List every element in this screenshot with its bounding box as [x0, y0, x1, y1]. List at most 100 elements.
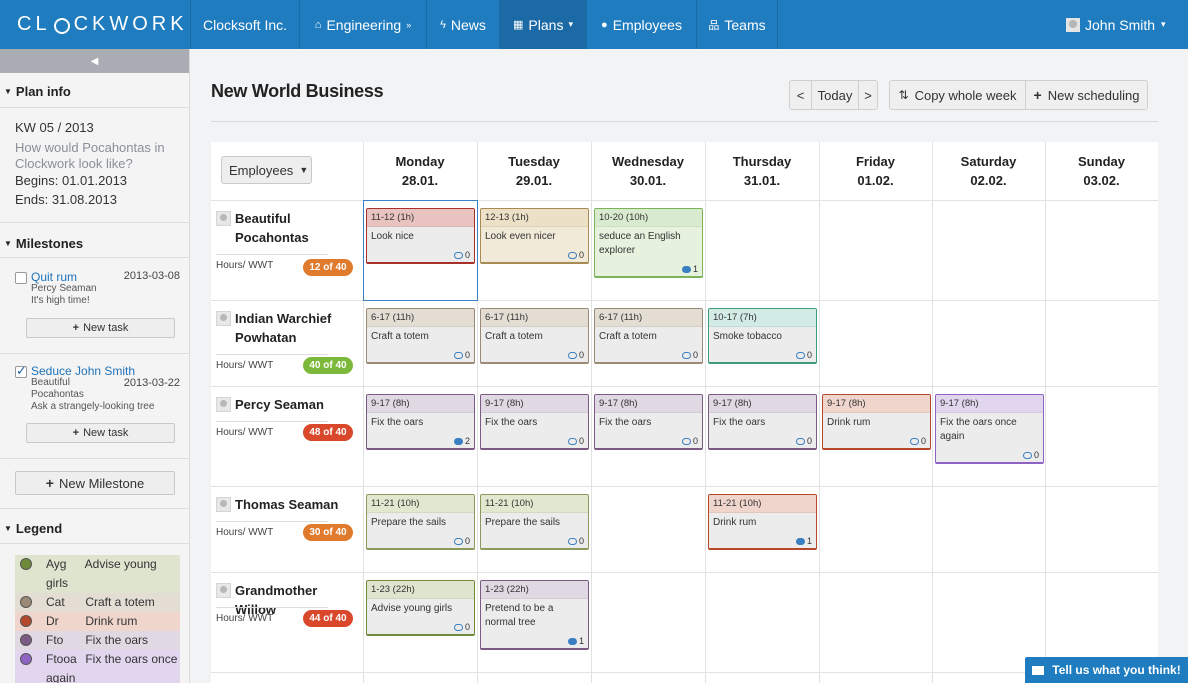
shift-time: 12-13 (1h) [481, 209, 588, 227]
shift-card[interactable]: 10-20 (10h) seduce an English explorer 1 [594, 208, 703, 278]
shift-comments[interactable]: 0 [567, 536, 584, 546]
shift-description: seduce an English explorer [599, 231, 681, 256]
nav-company[interactable]: Clocksoft Inc. [190, 0, 299, 49]
shift-comments[interactable]: 2 [453, 436, 470, 446]
legend-item: Ayg Advise young girls [15, 555, 180, 593]
page-title: New World Business [211, 81, 384, 101]
employees-select[interactable]: Employees ▼ [221, 156, 312, 184]
shift-card[interactable]: 11-21 (10h) Drink rum 1 [708, 494, 817, 550]
logo-text-b: CKWORK [73, 13, 188, 35]
milestones-toggle[interactable]: ▼ Milestones [0, 233, 83, 253]
shift-time: 11-21 (10h) [481, 495, 588, 513]
today-button[interactable]: Today [811, 81, 858, 109]
next-week-button[interactable]: > [858, 81, 877, 109]
shift-comments[interactable]: 0 [909, 436, 926, 446]
shift-comments[interactable]: 0 [1022, 450, 1039, 460]
new-milestone-button[interactable]: + New Milestone [15, 471, 175, 495]
shift-card[interactable]: 9-17 (8h) Fix the oars 0 [594, 394, 703, 450]
comment-count: 0 [578, 436, 584, 446]
milestone-title-link[interactable]: Seduce John Smith [31, 364, 135, 378]
shift-card[interactable]: 1-23 (22h) Advise young girls 0 [366, 580, 475, 636]
shift-comments[interactable]: 0 [453, 250, 470, 260]
day-header: Sunday 03.02. [1045, 142, 1158, 200]
shift-comments[interactable]: 1 [567, 636, 584, 646]
nav-news[interactable]: ϟ News [426, 0, 499, 49]
milestone-checkbox[interactable] [15, 272, 27, 284]
new-task-button[interactable]: + New task [26, 423, 175, 443]
avatar-icon [216, 583, 231, 598]
new-scheduling-button[interactable]: + New scheduling [1025, 81, 1147, 109]
shift-card[interactable]: 6-17 (11h) Craft a totem 0 [366, 308, 475, 364]
employee-name[interactable]: Beautiful Pocahontas [235, 209, 360, 247]
shift-comments[interactable]: 0 [795, 436, 812, 446]
shift-card[interactable]: 11-21 (10h) Prepare the sails 0 [480, 494, 589, 550]
shift-comments[interactable]: 0 [681, 436, 698, 446]
nav-company-label: Clocksoft Inc. [202, 16, 288, 33]
nav-employees[interactable]: ● Employees [586, 0, 696, 49]
shift-comments[interactable]: 1 [795, 536, 812, 546]
legend-abbr: Ayg [46, 557, 67, 571]
comment-count: 2 [464, 436, 470, 446]
comment-count: 0 [806, 436, 812, 446]
shift-comments[interactable]: 0 [567, 250, 584, 260]
grid-line [591, 142, 592, 683]
clockwork-logo[interactable]: CL CKWORK [0, 0, 190, 49]
shift-comments[interactable]: 0 [453, 536, 470, 546]
nav-teams-label: Teams [724, 16, 766, 33]
feedback-button[interactable]: Tell us what you think! [1025, 657, 1188, 683]
shift-comments[interactable]: 0 [453, 350, 470, 360]
shift-card[interactable]: 6-17 (11h) Craft a totem 0 [480, 308, 589, 364]
shift-comments[interactable]: 0 [795, 350, 812, 360]
plus-icon: + [72, 427, 80, 439]
shift-description: Craft a totem [485, 331, 543, 342]
shift-time: 1-23 (22h) [367, 581, 474, 599]
day-date: 29.01. [515, 173, 553, 188]
shift-card[interactable]: 9-17 (8h) Drink rum 0 [822, 394, 931, 450]
collapse-sidebar-button[interactable]: ◀ [0, 49, 189, 73]
nav-engineering[interactable]: ⌂ Engineering » [299, 0, 426, 49]
day-header: Thursday 31.01. [705, 142, 819, 200]
shift-card[interactable]: 10-17 (7h) Smoke tobacco 0 [708, 308, 817, 364]
copy-whole-week-button[interactable]: ⇅ Copy whole week [890, 81, 1025, 109]
shift-card[interactable]: 9-17 (8h) Fix the oars 0 [480, 394, 589, 450]
chevron-left-icon: < [796, 87, 805, 103]
shift-comments[interactable]: 1 [681, 264, 698, 274]
shift-card[interactable]: 1-23 (22h) Pretend to be a normal tree 1 [480, 580, 589, 650]
user-menu[interactable]: John Smith ▾ [1066, 0, 1188, 49]
prev-week-button[interactable]: < [790, 81, 811, 109]
milestone-title-link[interactable]: Quit rum [31, 270, 77, 284]
shift-card[interactable]: 9-17 (8h) Fix the oars once again 0 [935, 394, 1044, 464]
shift-card[interactable]: 12-13 (1h) Look even nicer 0 [480, 208, 589, 264]
employee-name[interactable]: Thomas Seaman [235, 495, 360, 514]
shift-card[interactable]: 9-17 (8h) Fix the oars 0 [708, 394, 817, 450]
employee-name[interactable]: Indian Warchief Powhatan [235, 309, 360, 347]
day-date: 28.01. [401, 173, 439, 188]
shift-time: 9-17 (8h) [709, 395, 816, 413]
shift-comments[interactable]: 0 [567, 436, 584, 446]
schedule-grid: Employees ▼ Monday 28.01. Tuesday 29.01.… [211, 142, 1158, 683]
new-task-button[interactable]: + New task [26, 318, 175, 338]
legend-heading: Legend [15, 520, 63, 536]
legend-toggle[interactable]: ▼ Legend [0, 518, 62, 538]
shift-card[interactable]: 11-21 (10h) Prepare the sails 0 [366, 494, 475, 550]
shift-comments[interactable]: 0 [567, 350, 584, 360]
nav-plans[interactable]: ▦ Plans ▾ [499, 0, 586, 49]
avatar-icon [216, 397, 231, 412]
shift-comments[interactable]: 0 [681, 350, 698, 360]
milestone-checkbox[interactable] [15, 363, 27, 379]
employee-name[interactable]: Percy Seaman [235, 395, 360, 414]
nav-teams[interactable]: 品 Teams [696, 0, 778, 49]
plan-info-toggle[interactable]: ▼ Plan info [0, 81, 71, 101]
shift-comments[interactable]: 0 [453, 622, 470, 632]
shift-card[interactable]: 9-17 (8h) Fix the oars 2 [366, 394, 475, 450]
shift-time: 11-21 (10h) [367, 495, 474, 513]
main-content: New World Business < Today > ⇅ Copy whol… [191, 49, 1188, 683]
shift-description: Pretend to be a normal tree [485, 603, 554, 628]
hours-badge: 40 of 40 [303, 357, 353, 374]
week-navigation: < Today > [789, 80, 878, 110]
shift-card[interactable]: 6-17 (11h) Craft a totem 0 [594, 308, 703, 364]
comment-icon [453, 251, 463, 259]
shift-card[interactable]: 11-12 (1h) Look nice 0 [366, 208, 475, 264]
comment-count: 0 [578, 250, 584, 260]
milestone-item: Seduce John Smith 2013-03-22 Beautiful P… [15, 363, 185, 416]
